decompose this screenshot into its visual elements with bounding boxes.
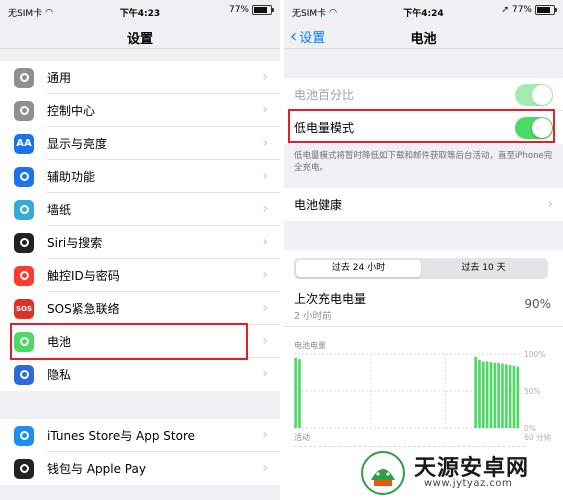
chevron-right-icon: › xyxy=(262,333,268,349)
app-store-icon xyxy=(14,425,34,446)
battery-health-row[interactable]: 电池健康 › xyxy=(284,188,563,221)
page-title: 电池 xyxy=(410,32,437,47)
settings-row-label: 触控ID与密码 xyxy=(47,269,120,283)
toggles-icon xyxy=(14,100,34,121)
battery-percentage-row[interactable]: 电池百分比 xyxy=(284,78,563,111)
settings-row[interactable]: 辅助功能 › xyxy=(0,160,280,193)
low-power-footnote: 低电量模式将暂时降低如下载和邮件获取等后台活动，直至iPhone完全充电。 xyxy=(294,151,553,173)
battery-bar xyxy=(501,363,504,428)
settings-row-label: 钱包与 Apple Pay xyxy=(47,462,146,476)
battery-status: ➚ 77% xyxy=(501,5,557,15)
location-icon: ➚ xyxy=(501,5,509,15)
settings-row[interactable]: 隐私 › xyxy=(0,358,280,391)
battery-bar xyxy=(497,362,500,428)
last-charge-time: 2 小时前 xyxy=(294,311,332,322)
siri-icon xyxy=(14,232,34,253)
last-charge-label: 上次充电电量 xyxy=(294,292,367,306)
activity-tick: 60 分钟 xyxy=(524,433,551,442)
battery-bar xyxy=(294,357,297,428)
settings-row-label: 辅助功能 xyxy=(47,170,96,184)
settings-group-store: iTunes Store与 App Store › 钱包与 Apple Pay › xyxy=(0,419,280,485)
settings-row[interactable]: 通用 › xyxy=(0,61,280,94)
battery-row-highlight xyxy=(10,323,248,360)
battery-screen: 无SIM卡 ◠ 下午4:24 ➚ 77% ‹ 设置 电池 电池百分比 低电量模式… xyxy=(284,0,563,500)
settings-row-label: 控制中心 xyxy=(47,104,96,118)
chevron-right-icon: › xyxy=(262,427,268,443)
battery-bar xyxy=(512,365,516,428)
battery-health-label: 电池健康 xyxy=(294,198,343,212)
chevron-right-icon: › xyxy=(262,201,268,217)
tab-last-24h[interactable]: 过去 24 小时 xyxy=(296,260,421,277)
watermark-logo-icon xyxy=(361,451,405,495)
wallet-icon xyxy=(14,458,34,479)
battery-percentage-toggle[interactable] xyxy=(515,83,553,106)
battery-bar xyxy=(508,365,512,428)
battery-bar xyxy=(474,356,477,428)
page-title: 设置 xyxy=(126,32,153,47)
settings-row[interactable]: 钱包与 Apple Pay › xyxy=(0,452,280,485)
battery-percent: 77% xyxy=(511,5,532,15)
flower-icon xyxy=(14,199,34,220)
battery-bar xyxy=(298,359,301,428)
watermark: 天源安卓网 www.jytyaz.com xyxy=(360,448,560,498)
low-power-highlight xyxy=(288,109,555,143)
settings-row-label: SOS紧急联络 xyxy=(47,302,120,316)
gear-icon xyxy=(14,67,34,88)
settings-row[interactable]: 墙纸 › xyxy=(0,193,280,226)
battery-bar xyxy=(481,361,485,428)
nav-bar: 设置 xyxy=(0,22,280,48)
chevron-right-icon: › xyxy=(262,267,268,283)
y-tick-label: 100% xyxy=(524,350,545,359)
settings-row[interactable]: Siri与搜索 › xyxy=(0,226,280,259)
fingerprint-icon xyxy=(14,265,34,286)
settings-row[interactable]: 触控ID与密码 › xyxy=(0,259,280,292)
battery-bar xyxy=(493,362,497,428)
settings-row-label: 隐私 xyxy=(47,368,72,382)
chevron-right-icon: › xyxy=(262,460,268,476)
settings-row-label: iTunes Store与 App Store xyxy=(47,429,196,443)
settings-row-label: 通用 xyxy=(47,71,72,85)
hand-icon xyxy=(14,364,34,385)
battery-bar xyxy=(478,359,481,428)
settings-row[interactable]: AA 显示与亮度 › xyxy=(0,127,280,160)
battery-level-chart: 100%50%0% xyxy=(294,350,545,433)
activity-title: 活动 xyxy=(294,433,310,442)
chevron-right-icon: › xyxy=(547,196,553,212)
settings-row[interactable]: SOS SOS紧急联络 › xyxy=(0,292,280,325)
chevron-right-icon: › xyxy=(262,102,268,118)
status-bar: 无SIM卡 ◠ 下午4:24 ➚ 77% xyxy=(284,0,563,22)
chevron-right-icon: › xyxy=(262,168,268,184)
settings-row[interactable]: iTunes Store与 App Store › xyxy=(0,419,280,452)
chevron-right-icon: › xyxy=(262,135,268,151)
accessibility-icon xyxy=(14,166,34,187)
battery-bar xyxy=(489,362,493,428)
battery-status: 77% xyxy=(228,5,274,15)
chevron-right-icon: › xyxy=(262,234,268,250)
settings-row-label: 显示与亮度 xyxy=(47,137,108,151)
nav-bar: ‹ 设置 电池 xyxy=(284,22,563,48)
chevron-right-icon: › xyxy=(262,300,268,316)
chevron-right-icon: › xyxy=(262,366,268,382)
settings-row[interactable]: 控制中心 › xyxy=(0,94,280,127)
settings-screen: 无SIM卡 ◠ 下午4:23 77% 设置 通用 › 控制中心 › AA 显示与亮度 › 辅助… xyxy=(0,0,280,500)
time-range-segmented[interactable]: 过去 24 小时 过去 10 天 xyxy=(294,258,548,279)
battery-bar xyxy=(516,366,520,428)
battery-percentage-label: 电池百分比 xyxy=(294,88,355,102)
text-size-icon: AA xyxy=(14,133,34,154)
battery-bar xyxy=(485,361,489,428)
battery-percent: 77% xyxy=(228,5,249,15)
y-tick-label: 50% xyxy=(524,387,541,396)
last-charge-pct: 90% xyxy=(524,297,551,311)
status-bar: 无SIM卡 ◠ 下午4:23 77% xyxy=(0,0,280,22)
battery-icon xyxy=(252,5,274,15)
chevron-right-icon: › xyxy=(262,69,268,85)
sos-icon: SOS xyxy=(14,298,34,319)
tab-last-10d[interactable]: 过去 10 天 xyxy=(421,260,546,277)
battery-icon xyxy=(535,5,557,15)
watermark-url: www.jytyaz.com xyxy=(424,478,513,489)
settings-row-label: 墙纸 xyxy=(47,203,72,217)
battery-bar xyxy=(504,364,508,428)
settings-row-label: Siri与搜索 xyxy=(47,236,103,250)
